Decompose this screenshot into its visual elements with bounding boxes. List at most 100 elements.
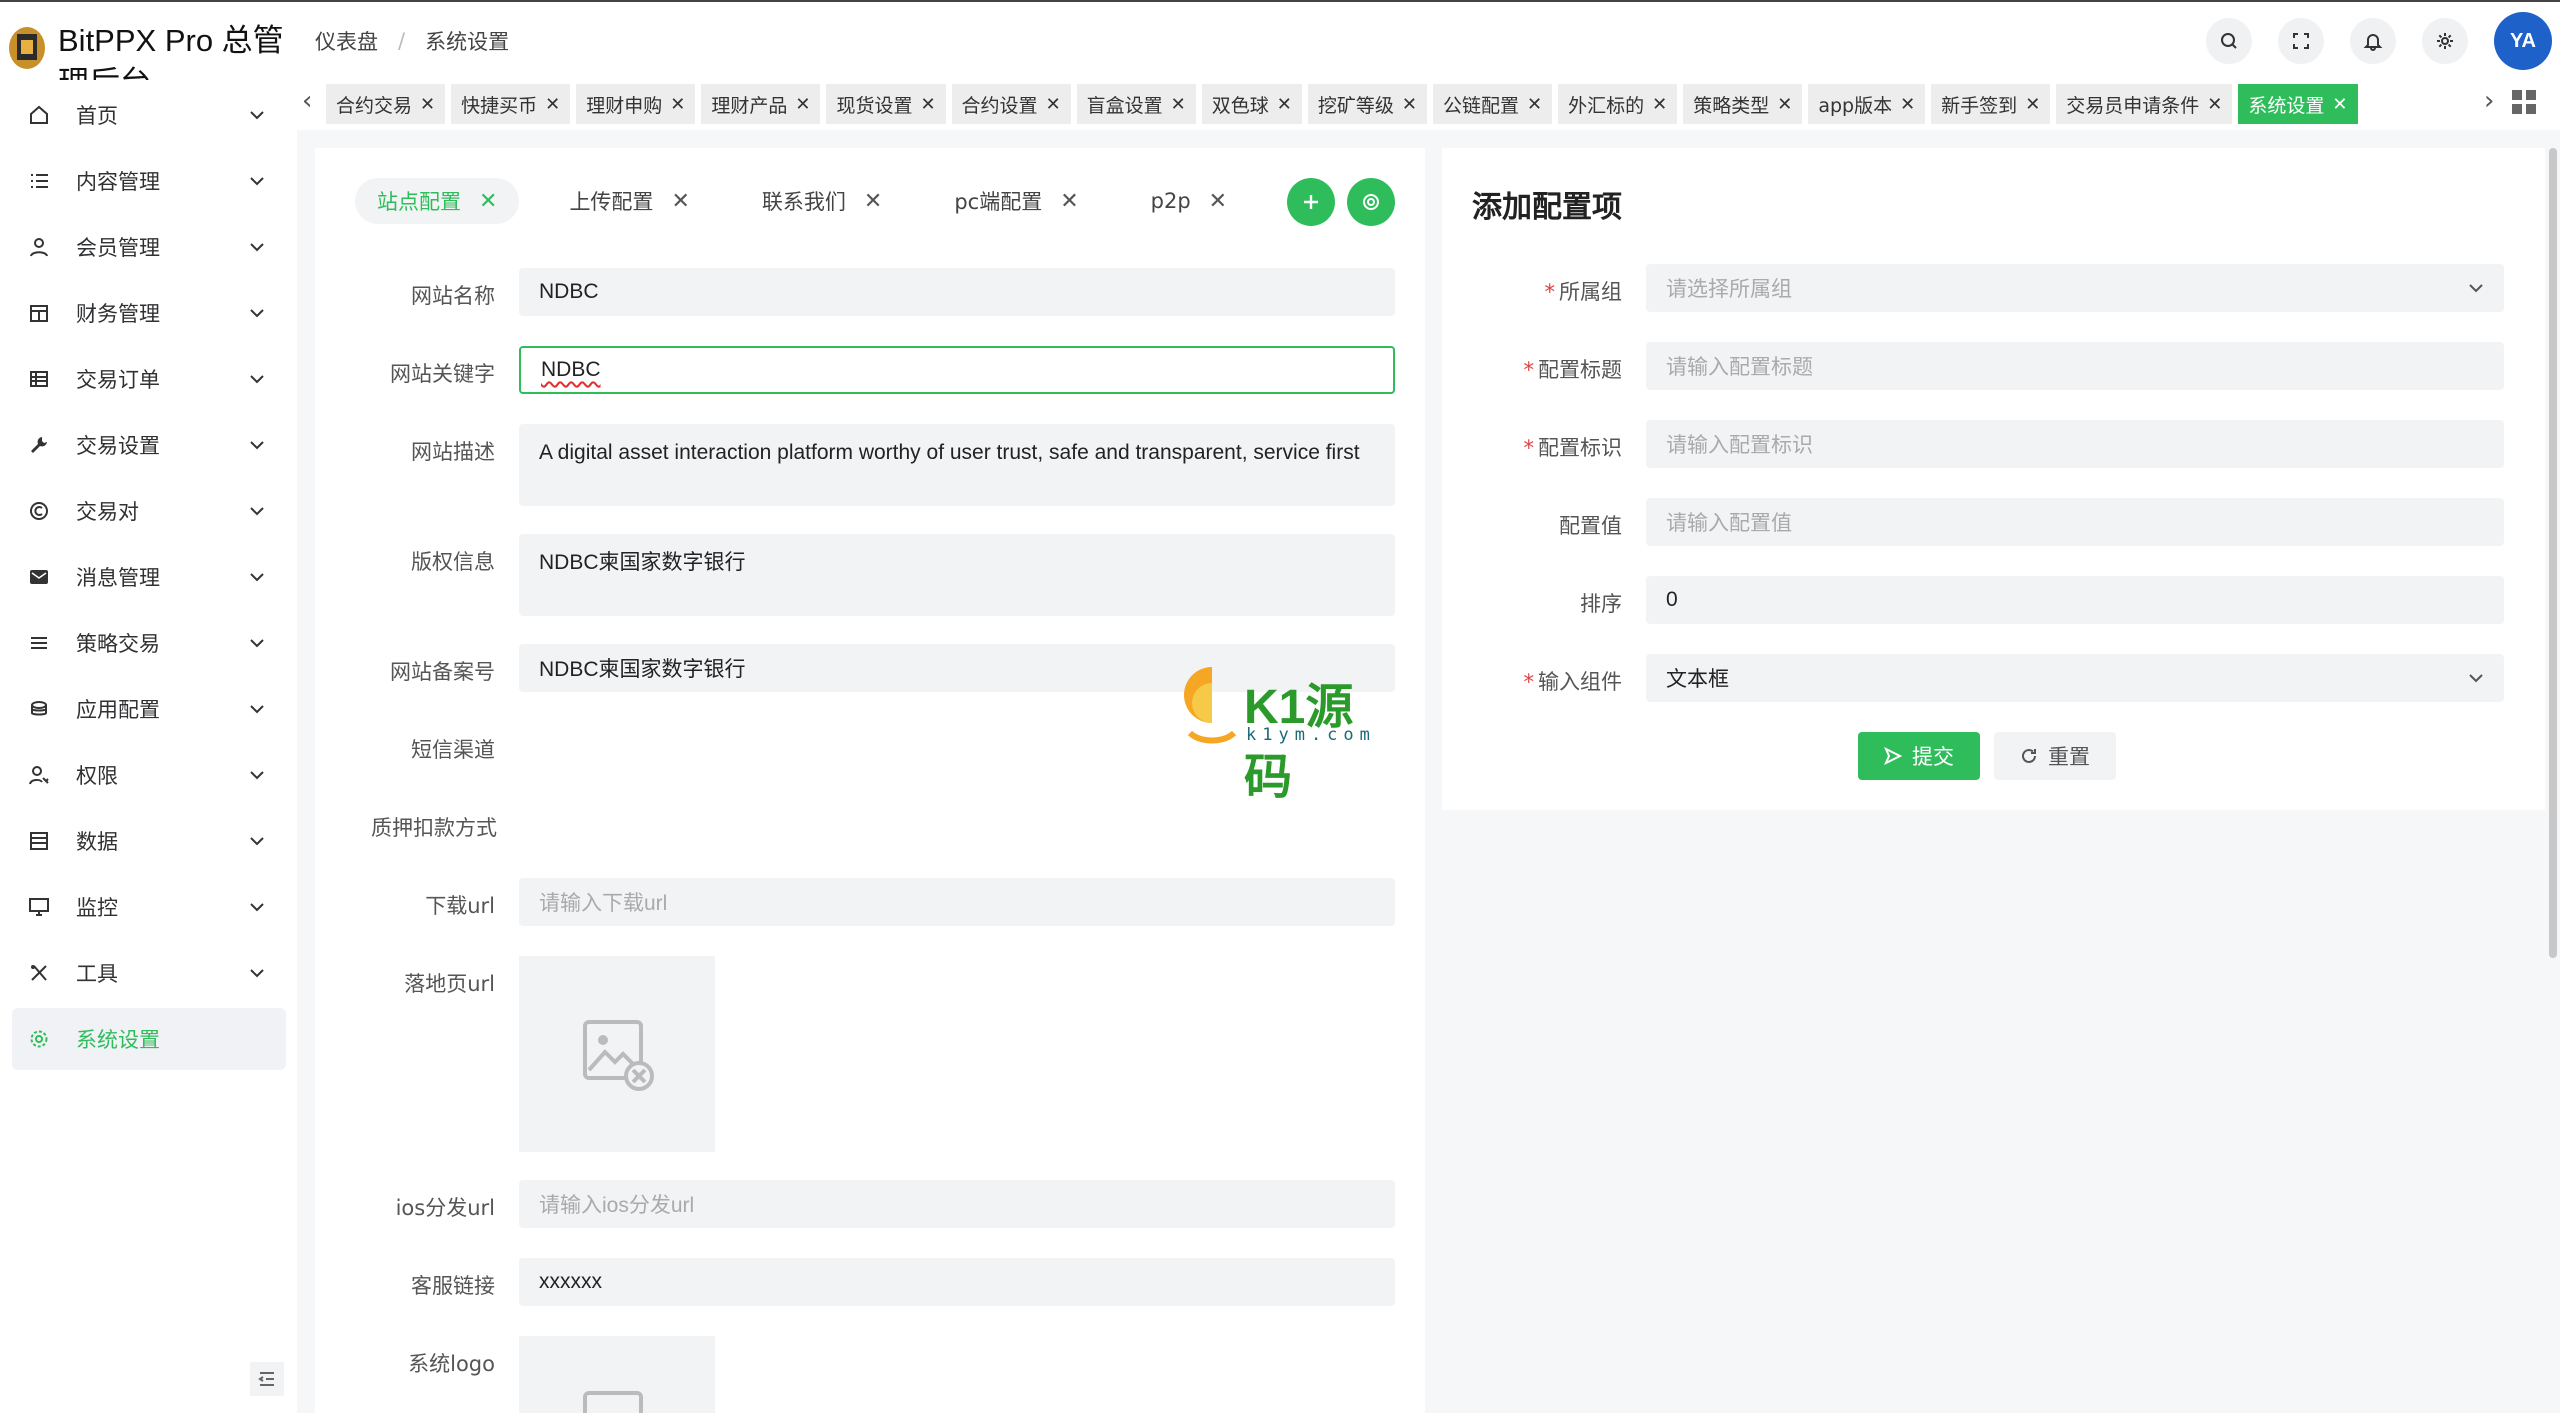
config-title-input[interactable]: 请输入配置标题: [1646, 342, 2504, 390]
sidebar-item[interactable]: 权限: [12, 744, 286, 806]
close-icon[interactable]: ✕: [1209, 189, 1227, 214]
sidebar-item[interactable]: 首页: [12, 84, 286, 146]
config-subtab[interactable]: 联系我们 ✕: [740, 178, 904, 224]
tab[interactable]: 交易员申请条件 ✕: [2056, 84, 2233, 124]
landing-image-upload[interactable]: [519, 956, 715, 1152]
ios-url-input[interactable]: 请输入ios分发url: [519, 1180, 1395, 1228]
config-value-input[interactable]: 请输入配置值: [1646, 498, 2504, 546]
sidebar-item-label: 财务管理: [76, 302, 160, 326]
service-link-input[interactable]: xxxxxx: [519, 1258, 1395, 1306]
tabs-scroll-left-icon[interactable]: ‹: [302, 86, 312, 116]
sidebar-item[interactable]: 数据: [12, 810, 286, 872]
watermark-logo-icon: [1184, 667, 1237, 744]
config-key-input[interactable]: 请输入配置标识: [1646, 420, 2504, 468]
input-component-select[interactable]: 文本框: [1646, 654, 2504, 702]
download-url-input[interactable]: 请输入下载url: [519, 878, 1395, 926]
refresh-icon: [2022, 748, 2036, 763]
copyright-textarea[interactable]: NDBC柬国家数字银行: [519, 534, 1395, 616]
sidebar-item[interactable]: 交易订单: [12, 348, 286, 410]
tabs-scroll-right-icon[interactable]: ›: [2484, 86, 2494, 116]
close-icon[interactable]: ✕: [1046, 94, 1061, 115]
config-subtab[interactable]: 上传配置 ✕: [547, 178, 711, 224]
site-name-input[interactable]: NDBC: [519, 268, 1395, 316]
sidebar-item[interactable]: 内容管理: [12, 150, 286, 212]
sidebar-item[interactable]: 会员管理: [12, 216, 286, 278]
config-settings-button[interactable]: [1347, 178, 1395, 226]
close-icon[interactable]: ✕: [420, 94, 435, 115]
config-subtab-label: p2p: [1150, 189, 1191, 213]
close-icon[interactable]: ✕: [1777, 94, 1792, 115]
tab[interactable]: 盲盒设置 ✕: [1076, 84, 1196, 124]
config-subtab[interactable]: p2p ✕: [1129, 178, 1249, 224]
close-icon[interactable]: ✕: [670, 94, 685, 115]
sidebar-item[interactable]: 交易设置: [12, 414, 286, 476]
close-icon[interactable]: ✕: [1060, 189, 1078, 214]
tab[interactable]: 公链配置 ✕: [1432, 84, 1553, 124]
tabs-strip: 合约交易 ✕ 快捷买币 ✕ 理财申购 ✕ 理财产品 ✕ 现货设置 ✕ 合约设置 ✕ 盲盒设置 ✕ 双色球 ✕ 挖…: [326, 84, 2476, 124]
close-icon[interactable]: ✕: [920, 94, 935, 115]
close-icon[interactable]: ✕: [479, 189, 497, 214]
app-brand[interactable]: BitPPX Pro 总管理后台: [8, 12, 298, 82]
config-subtab[interactable]: 站点配置 ✕: [355, 178, 520, 224]
close-icon[interactable]: ✕: [1652, 94, 1667, 115]
fullscreen-icon[interactable]: [2278, 18, 2324, 64]
close-icon[interactable]: ✕: [1527, 94, 1542, 115]
sidebar-item[interactable]: 系统设置: [12, 1008, 286, 1070]
reset-button[interactable]: 重置: [1994, 732, 2116, 780]
tab[interactable]: 理财申购 ✕: [576, 84, 696, 124]
close-icon[interactable]: ✕: [2332, 94, 2347, 115]
close-icon[interactable]: ✕: [864, 189, 882, 214]
sidebar-item[interactable]: 应用配置: [12, 678, 286, 740]
plus-icon: [1304, 195, 1318, 209]
group-select[interactable]: 请选择所属组: [1646, 264, 2504, 312]
close-icon[interactable]: ✕: [1171, 94, 1186, 115]
config-subtab[interactable]: pc端配置 ✕: [932, 178, 1100, 224]
tab[interactable]: 合约设置 ✕: [951, 84, 1071, 124]
avatar[interactable]: YA: [2494, 12, 2552, 70]
close-icon[interactable]: ✕: [671, 189, 689, 214]
description-textarea[interactable]: A digital asset interaction platform wor…: [519, 424, 1395, 506]
sort-input[interactable]: 0: [1646, 576, 2504, 624]
logo-image-upload[interactable]: [519, 1336, 715, 1413]
add-config-button[interactable]: [1287, 178, 1335, 226]
sidebar-item[interactable]: 策略交易: [12, 612, 286, 674]
close-icon[interactable]: ✕: [2025, 94, 2040, 115]
tab[interactable]: 系统设置 ✕: [2238, 84, 2358, 124]
tabs-menu-icon[interactable]: [2512, 90, 2536, 114]
close-icon[interactable]: ✕: [545, 94, 560, 115]
tab[interactable]: 外汇标的 ✕: [1558, 84, 1678, 124]
logo-icon: [9, 27, 45, 69]
tab[interactable]: 现货设置 ✕: [826, 84, 946, 124]
sidebar-item[interactable]: 财务管理: [12, 282, 286, 344]
page-scrollbar[interactable]: [2549, 148, 2557, 958]
search-icon[interactable]: [2206, 18, 2252, 64]
close-icon[interactable]: ✕: [795, 94, 810, 115]
tab[interactable]: 理财产品 ✕: [701, 84, 821, 124]
sidebar-item[interactable]: 工具: [12, 942, 286, 1004]
keywords-label: 网站关键字: [390, 362, 495, 386]
tab[interactable]: 双色球 ✕: [1201, 84, 1302, 124]
tab[interactable]: 快捷买币 ✕: [451, 84, 571, 124]
sidebar-item[interactable]: 消息管理: [12, 546, 286, 608]
bell-icon[interactable]: [2350, 18, 2396, 64]
breadcrumb-dashboard[interactable]: 仪表盘: [315, 26, 378, 56]
icp-label: 网站备案号: [390, 660, 495, 684]
tab[interactable]: app版本 ✕: [1808, 84, 1926, 124]
tab[interactable]: 合约交易 ✕: [326, 84, 446, 124]
submit-button[interactable]: 提交: [1858, 732, 1980, 780]
tab[interactable]: 新手签到 ✕: [1931, 84, 2051, 124]
sidebar-item[interactable]: 监控: [12, 876, 286, 938]
tab[interactable]: 挖矿等级 ✕: [1307, 84, 1427, 124]
close-icon[interactable]: ✕: [1402, 94, 1417, 115]
collapse-sidebar-button[interactable]: [250, 1362, 284, 1396]
close-icon[interactable]: ✕: [1277, 94, 1292, 115]
keywords-input[interactable]: NDBC: [519, 346, 1395, 394]
calendar-icon: [28, 302, 50, 324]
gear-icon: [1363, 194, 1379, 210]
sidebar-item[interactable]: 交易对: [12, 480, 286, 542]
tab[interactable]: 策略类型 ✕: [1683, 84, 1803, 124]
tab-label: 双色球: [1211, 94, 1269, 117]
close-icon[interactable]: ✕: [2207, 94, 2222, 115]
settings-icon[interactable]: [2422, 18, 2468, 64]
close-icon[interactable]: ✕: [1900, 94, 1915, 115]
